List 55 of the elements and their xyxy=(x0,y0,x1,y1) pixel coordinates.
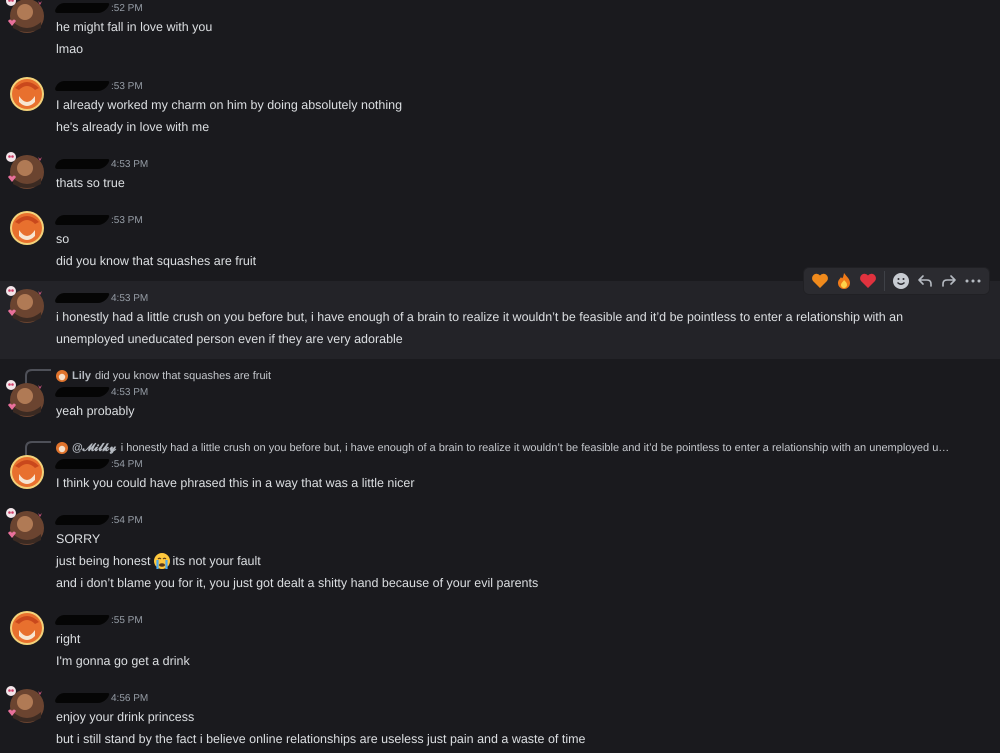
message-text: SORRY xyxy=(56,531,102,548)
timestamp: :52 PM xyxy=(111,2,143,14)
message-text: lmao xyxy=(56,41,84,58)
redaction-scribble xyxy=(54,3,110,13)
redaction-scribble xyxy=(54,459,110,469)
reply-preview[interactable]: did you know that squashes are fruit xyxy=(94,370,272,382)
crying-face-icon xyxy=(152,552,171,570)
timestamp: :55 PM xyxy=(111,614,143,626)
message-text: so xyxy=(56,231,70,248)
redaction-scribble xyxy=(54,215,110,225)
timestamp: :53 PM xyxy=(111,214,143,226)
avatar[interactable] xyxy=(5,684,45,724)
redaction-scribble xyxy=(54,293,110,303)
message-text: I already worked my charm on him by doing absolutely nothing xyxy=(56,97,404,114)
redaction-scribble xyxy=(54,615,110,625)
avatar[interactable] xyxy=(5,150,45,190)
message-text: but i still stand by the fact i believe online relationships are useless just pain and a waste of time xyxy=(56,731,586,748)
message-text: its not your fault xyxy=(172,553,261,570)
message-text: just being honest xyxy=(56,553,151,570)
reply-connector xyxy=(25,440,52,456)
timestamp: 4:53 PM xyxy=(111,292,148,304)
message-text: enjoy your drink princess xyxy=(56,709,196,726)
message-text: I'm gonna go get a drink xyxy=(56,653,191,670)
redaction-scribble xyxy=(54,515,110,525)
timestamp: 4:53 PM xyxy=(111,158,148,170)
reply-avatar xyxy=(56,442,68,454)
timestamp: :54 PM xyxy=(111,514,143,526)
redaction-scribble xyxy=(54,81,110,91)
message-text: did you know that squashes are fruit xyxy=(56,253,258,270)
message-text: yeah probably xyxy=(56,403,136,420)
reply-author-name[interactable]: Lily xyxy=(72,370,91,382)
reply-connector xyxy=(25,368,52,384)
message-text: right xyxy=(56,631,82,648)
heart-icon[interactable] xyxy=(810,271,830,291)
avatar[interactable] xyxy=(5,378,45,418)
avatar[interactable] xyxy=(5,284,45,324)
timestamp: :53 PM xyxy=(111,80,143,92)
message-text: he's already in love with me xyxy=(56,119,210,136)
smiley-icon[interactable] xyxy=(891,271,911,291)
message-text: he might fall in love with you xyxy=(56,19,214,36)
message-text: and i don’t blame you for it, you just got dealt a shitty hand because of your evil parents xyxy=(56,575,540,592)
redaction-scribble xyxy=(54,387,110,397)
reply-preview[interactable]: i honestly had a little crush on you before but, i have enough of a brain to realize it wouldn’t be feasible and it’d be pointless to enter a relationship with an unemployed u… xyxy=(120,442,950,454)
reply-author-name[interactable]: @𝓜𝓲𝓵𝓴𝔂 xyxy=(72,442,117,454)
timestamp: 4:56 PM xyxy=(111,692,148,704)
redaction-scribble xyxy=(54,159,110,169)
timestamp: :54 PM xyxy=(111,458,143,470)
message-text: thats so true xyxy=(56,175,126,192)
avatar[interactable] xyxy=(5,0,45,34)
avatar[interactable] xyxy=(5,506,45,546)
reply-avatar xyxy=(56,370,68,382)
message-text: I think you could have phrased this in a way that was a little nicer xyxy=(56,475,416,492)
timestamp: 4:53 PM xyxy=(111,386,148,398)
message-text: i honestly had a little crush on you before but, i have enough of a brain to realize it wouldn’t be feasible and it’d be pointless to enter a relationship with an unemployed uneducated person even if they are very adorable xyxy=(56,309,904,348)
redaction-scribble xyxy=(54,693,110,703)
